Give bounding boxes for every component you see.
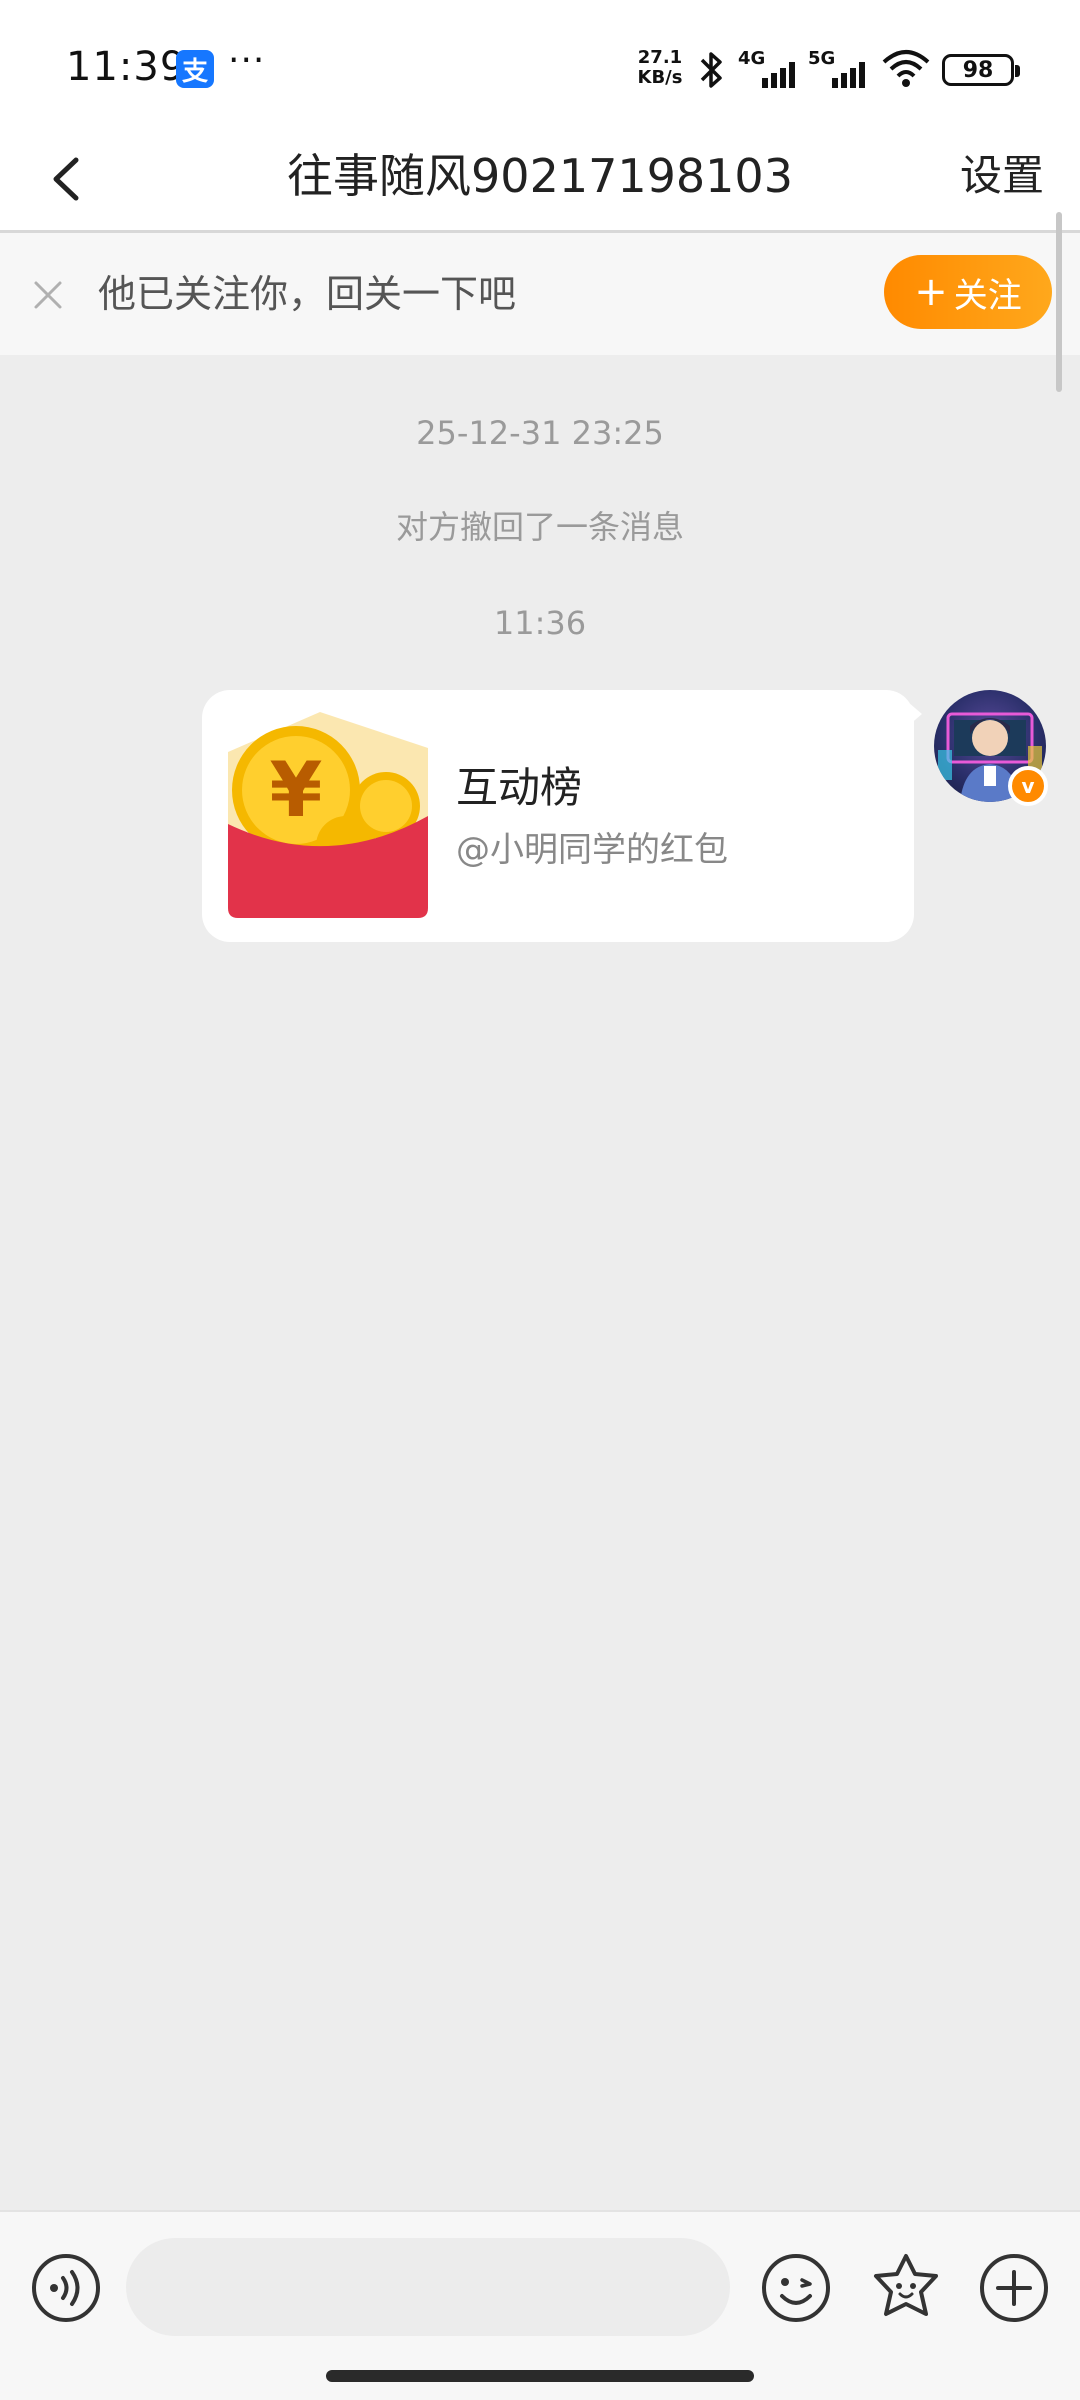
recall-notice: 对方撤回了一条消息 [395,508,684,546]
status-time: 11:39 [66,44,187,90]
signal-5g: 5G [808,48,874,92]
message-timestamp: 11:36 [493,604,587,642]
card-title: 互动榜 [456,763,583,812]
verified-badge: v [1008,766,1048,806]
more-notifications-icon: ··· [228,40,266,81]
battery-level: 98 [962,57,994,83]
close-icon[interactable] [30,277,66,313]
emoji-icon[interactable] [760,2252,832,2324]
network-speed-value: 27.1 [637,47,683,68]
sticker-icon[interactable] [868,2250,944,2326]
follow-button[interactable]: + 关注 [884,255,1052,329]
follow-back-banner: 他已关注你，回关一下吧 + 关注 [0,233,1080,355]
scrollbar[interactable] [1056,212,1062,392]
signal-4g: 4G [738,48,804,92]
red-envelope-icon: ¥ [228,712,428,918]
alipay-icon: 支 [176,50,214,88]
card-subtitle: @小明同学的红包 [456,830,728,870]
follow-back-message: 他已关注你，回关一下吧 [98,272,517,316]
settings-button[interactable]: 设置 [960,140,1044,212]
bubble-tail [908,702,922,726]
plus-icon: + [914,269,948,315]
back-button[interactable] [34,144,104,214]
battery-indicator: 98 [942,54,1020,86]
page-title: 往事随风90217198103 [287,149,793,203]
wifi-icon [882,50,930,87]
follow-button-label: 关注 [953,275,1022,316]
svg-text:¥: ¥ [270,745,323,834]
network-speed-unit: KB/s [637,67,683,88]
signal-bars-icon [762,62,795,88]
red-envelope-message[interactable]: ¥ 互动榜 @小明同学的红包 [202,690,914,942]
network-speed: 27.1 KB/s [632,48,688,88]
bluetooth-icon [700,52,722,88]
chevron-left-icon [53,157,79,201]
signal-bars-icon [832,62,865,88]
voice-icon[interactable] [30,2252,102,2324]
message-timestamp: 25-12-31 23:25 [416,414,664,452]
chat-header: 往事随风90217198103 设置 [0,140,1080,232]
status-bar: 11:39 支 ··· 27.1 KB/s 4G 5G 98 [0,0,1080,140]
plus-circle-icon[interactable] [978,2252,1050,2324]
message-input[interactable] [126,2238,730,2336]
home-indicator[interactable] [326,2370,754,2382]
